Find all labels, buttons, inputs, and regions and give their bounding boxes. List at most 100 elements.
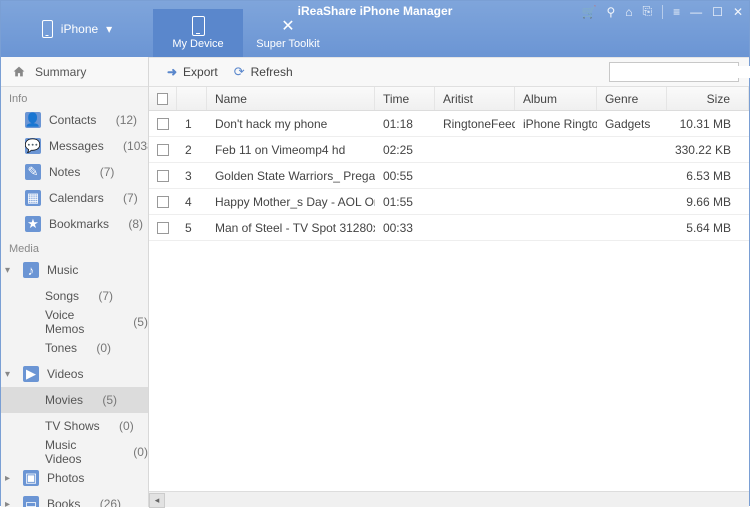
messages-icon: 💬: [25, 138, 41, 154]
content: ➜ Export ⟳ Refresh 🔍 Name Time Aritist A…: [149, 57, 749, 507]
col-time[interactable]: Time: [375, 87, 435, 110]
sidebar-item-music-videos[interactable]: Music Videos (0): [1, 439, 148, 465]
cell-album: [515, 189, 597, 214]
tab-my-device[interactable]: My Device: [153, 9, 243, 57]
separator: [662, 5, 663, 19]
titlebar: iReaShare iPhone Manager 🛒 ⚲ ⌂ ⎘ ≡ — ☐ ✕…: [1, 1, 749, 57]
chevron-down-icon: ▾: [106, 22, 112, 36]
refresh-button[interactable]: ⟳ Refresh: [226, 61, 301, 83]
sidebar-label: Photos: [47, 471, 84, 485]
search-input[interactable]: [614, 66, 750, 78]
sidebar-label: Music: [47, 263, 78, 277]
sidebar-label: Movies: [45, 393, 83, 407]
button-label: Refresh: [251, 65, 293, 79]
table-row[interactable]: 4Happy Mother_s Day - AOL Onmp4...01:559…: [149, 189, 749, 215]
grid-body: 1Don't hack my phone01:18RingtoneFeed...…: [149, 111, 749, 491]
sidebar-item-summary[interactable]: Summary: [1, 59, 86, 85]
col-name[interactable]: Name: [207, 87, 375, 110]
link-icon[interactable]: ⚲: [607, 5, 616, 19]
sidebar-item-tones[interactable]: Tones (0): [1, 335, 148, 361]
row-checkbox[interactable]: [157, 196, 169, 208]
sidebar-item-bookmarks[interactable]: ★ Bookmarks (8): [1, 211, 148, 237]
sidebar-label: Voice Memos: [45, 308, 114, 336]
cell-artist: [435, 163, 515, 188]
sidebar-label: Calendars: [49, 191, 104, 205]
sidebar-item-music[interactable]: ▾ ♪ Music: [1, 257, 148, 283]
col-genre[interactable]: Genre: [597, 87, 667, 110]
sidebar-label: Summary: [35, 65, 86, 79]
sidebar-item-movies[interactable]: Movies (5): [1, 387, 148, 413]
cell-album: [515, 137, 597, 162]
device-dropdown[interactable]: iPhone ▾: [1, 15, 153, 43]
sidebar-count: (5): [133, 315, 148, 329]
search-box[interactable]: 🔍: [609, 62, 739, 82]
cell-time: 00:55: [375, 163, 435, 188]
export-button[interactable]: ➜ Export: [159, 62, 226, 82]
home-icon[interactable]: ⌂: [625, 5, 632, 19]
home-icon: [11, 64, 27, 80]
row-checkbox[interactable]: [157, 222, 169, 234]
cell-genre: [597, 137, 667, 162]
maximize-icon[interactable]: ☐: [712, 5, 723, 19]
collapse-icon[interactable]: ▾: [5, 369, 15, 380]
sidebar-item-tv-shows[interactable]: TV Shows (0): [1, 413, 148, 439]
cell-artist: [435, 189, 515, 214]
sidebar-item-calendars[interactable]: ▦ Calendars (7): [1, 185, 148, 211]
window-controls: 🛒 ⚲ ⌂ ⎘ ≡ — ☐ ✕: [582, 4, 743, 19]
cell-name: Golden State Warriors_ Pregame D...: [207, 163, 375, 188]
sidebar-item-contacts[interactable]: 👤 Contacts (12): [1, 107, 148, 133]
sidebar-item-books[interactable]: ▸ ▭ Books (26): [1, 491, 148, 507]
col-album[interactable]: Album: [515, 87, 597, 110]
cell-genre: [597, 189, 667, 214]
calendar-icon: ▦: [25, 190, 41, 206]
cell-num: 3: [177, 163, 207, 188]
col-artist[interactable]: Aritist: [435, 87, 515, 110]
sidebar-count: (7): [100, 165, 115, 179]
cart-icon[interactable]: 🛒: [582, 5, 597, 19]
expand-icon[interactable]: ▸: [5, 473, 15, 484]
video-icon: ▶: [23, 366, 39, 382]
table-row[interactable]: 3Golden State Warriors_ Pregame D...00:5…: [149, 163, 749, 189]
sidebar-item-photos[interactable]: ▸ ▣ Photos: [1, 465, 148, 491]
col-number[interactable]: [177, 87, 207, 110]
cell-name: Happy Mother_s Day - AOL Onmp4...: [207, 189, 375, 214]
cell-size: 330.22 KB: [667, 137, 749, 162]
app-title: iReaShare iPhone Manager: [298, 4, 453, 18]
menu-icon[interactable]: ≡: [673, 5, 680, 19]
grid-header: Name Time Aritist Album Genre Size: [149, 87, 749, 111]
sidebar-item-videos[interactable]: ▾ ▶ Videos: [1, 361, 148, 387]
sidebar-item-messages[interactable]: 💬 Messages (1038): [1, 133, 148, 159]
minimize-icon[interactable]: —: [690, 5, 702, 19]
sidebar: Summary Info 👤 Contacts (12) 💬 Messages …: [1, 57, 149, 507]
sidebar-item-voice-memos[interactable]: Voice Memos (5): [1, 309, 148, 335]
cell-genre: [597, 163, 667, 188]
collapse-icon[interactable]: ▾: [5, 265, 15, 276]
device-icon: [192, 16, 205, 36]
photo-icon: ▣: [23, 470, 39, 486]
horizontal-scrollbar[interactable]: ◂: [149, 491, 749, 507]
contacts-icon: 👤: [25, 112, 41, 128]
table-row[interactable]: 5Man of Steel - TV Spot 31280x720 ...00:…: [149, 215, 749, 241]
table-row[interactable]: 1Don't hack my phone01:18RingtoneFeed...…: [149, 111, 749, 137]
sidebar-label: Notes: [49, 165, 80, 179]
notes-icon: ✎: [25, 164, 41, 180]
sidebar-item-notes[interactable]: ✎ Notes (7): [1, 159, 148, 185]
row-checkbox[interactable]: [157, 118, 169, 130]
sidebar-item-songs[interactable]: Songs (7): [1, 283, 148, 309]
cell-time: 01:55: [375, 189, 435, 214]
close-icon[interactable]: ✕: [733, 5, 743, 19]
cell-album: iPhone Ringto...: [515, 111, 597, 136]
sidebar-count: (7): [98, 289, 113, 303]
cell-num: 4: [177, 189, 207, 214]
sidebar-label: Songs: [45, 289, 79, 303]
sidebar-label: Messages: [49, 139, 104, 153]
col-size[interactable]: Size: [667, 87, 749, 110]
row-checkbox[interactable]: [157, 144, 169, 156]
feedback-icon[interactable]: ⎘: [643, 4, 653, 19]
row-checkbox[interactable]: [157, 170, 169, 182]
select-all-checkbox[interactable]: [157, 93, 168, 105]
refresh-icon: ⟳: [234, 64, 245, 80]
sidebar-label: Tones: [45, 341, 77, 355]
table-row[interactable]: 2Feb 11 on Vimeomp4 hd02:25330.22 KB: [149, 137, 749, 163]
sidebar-label: Bookmarks: [49, 217, 109, 231]
